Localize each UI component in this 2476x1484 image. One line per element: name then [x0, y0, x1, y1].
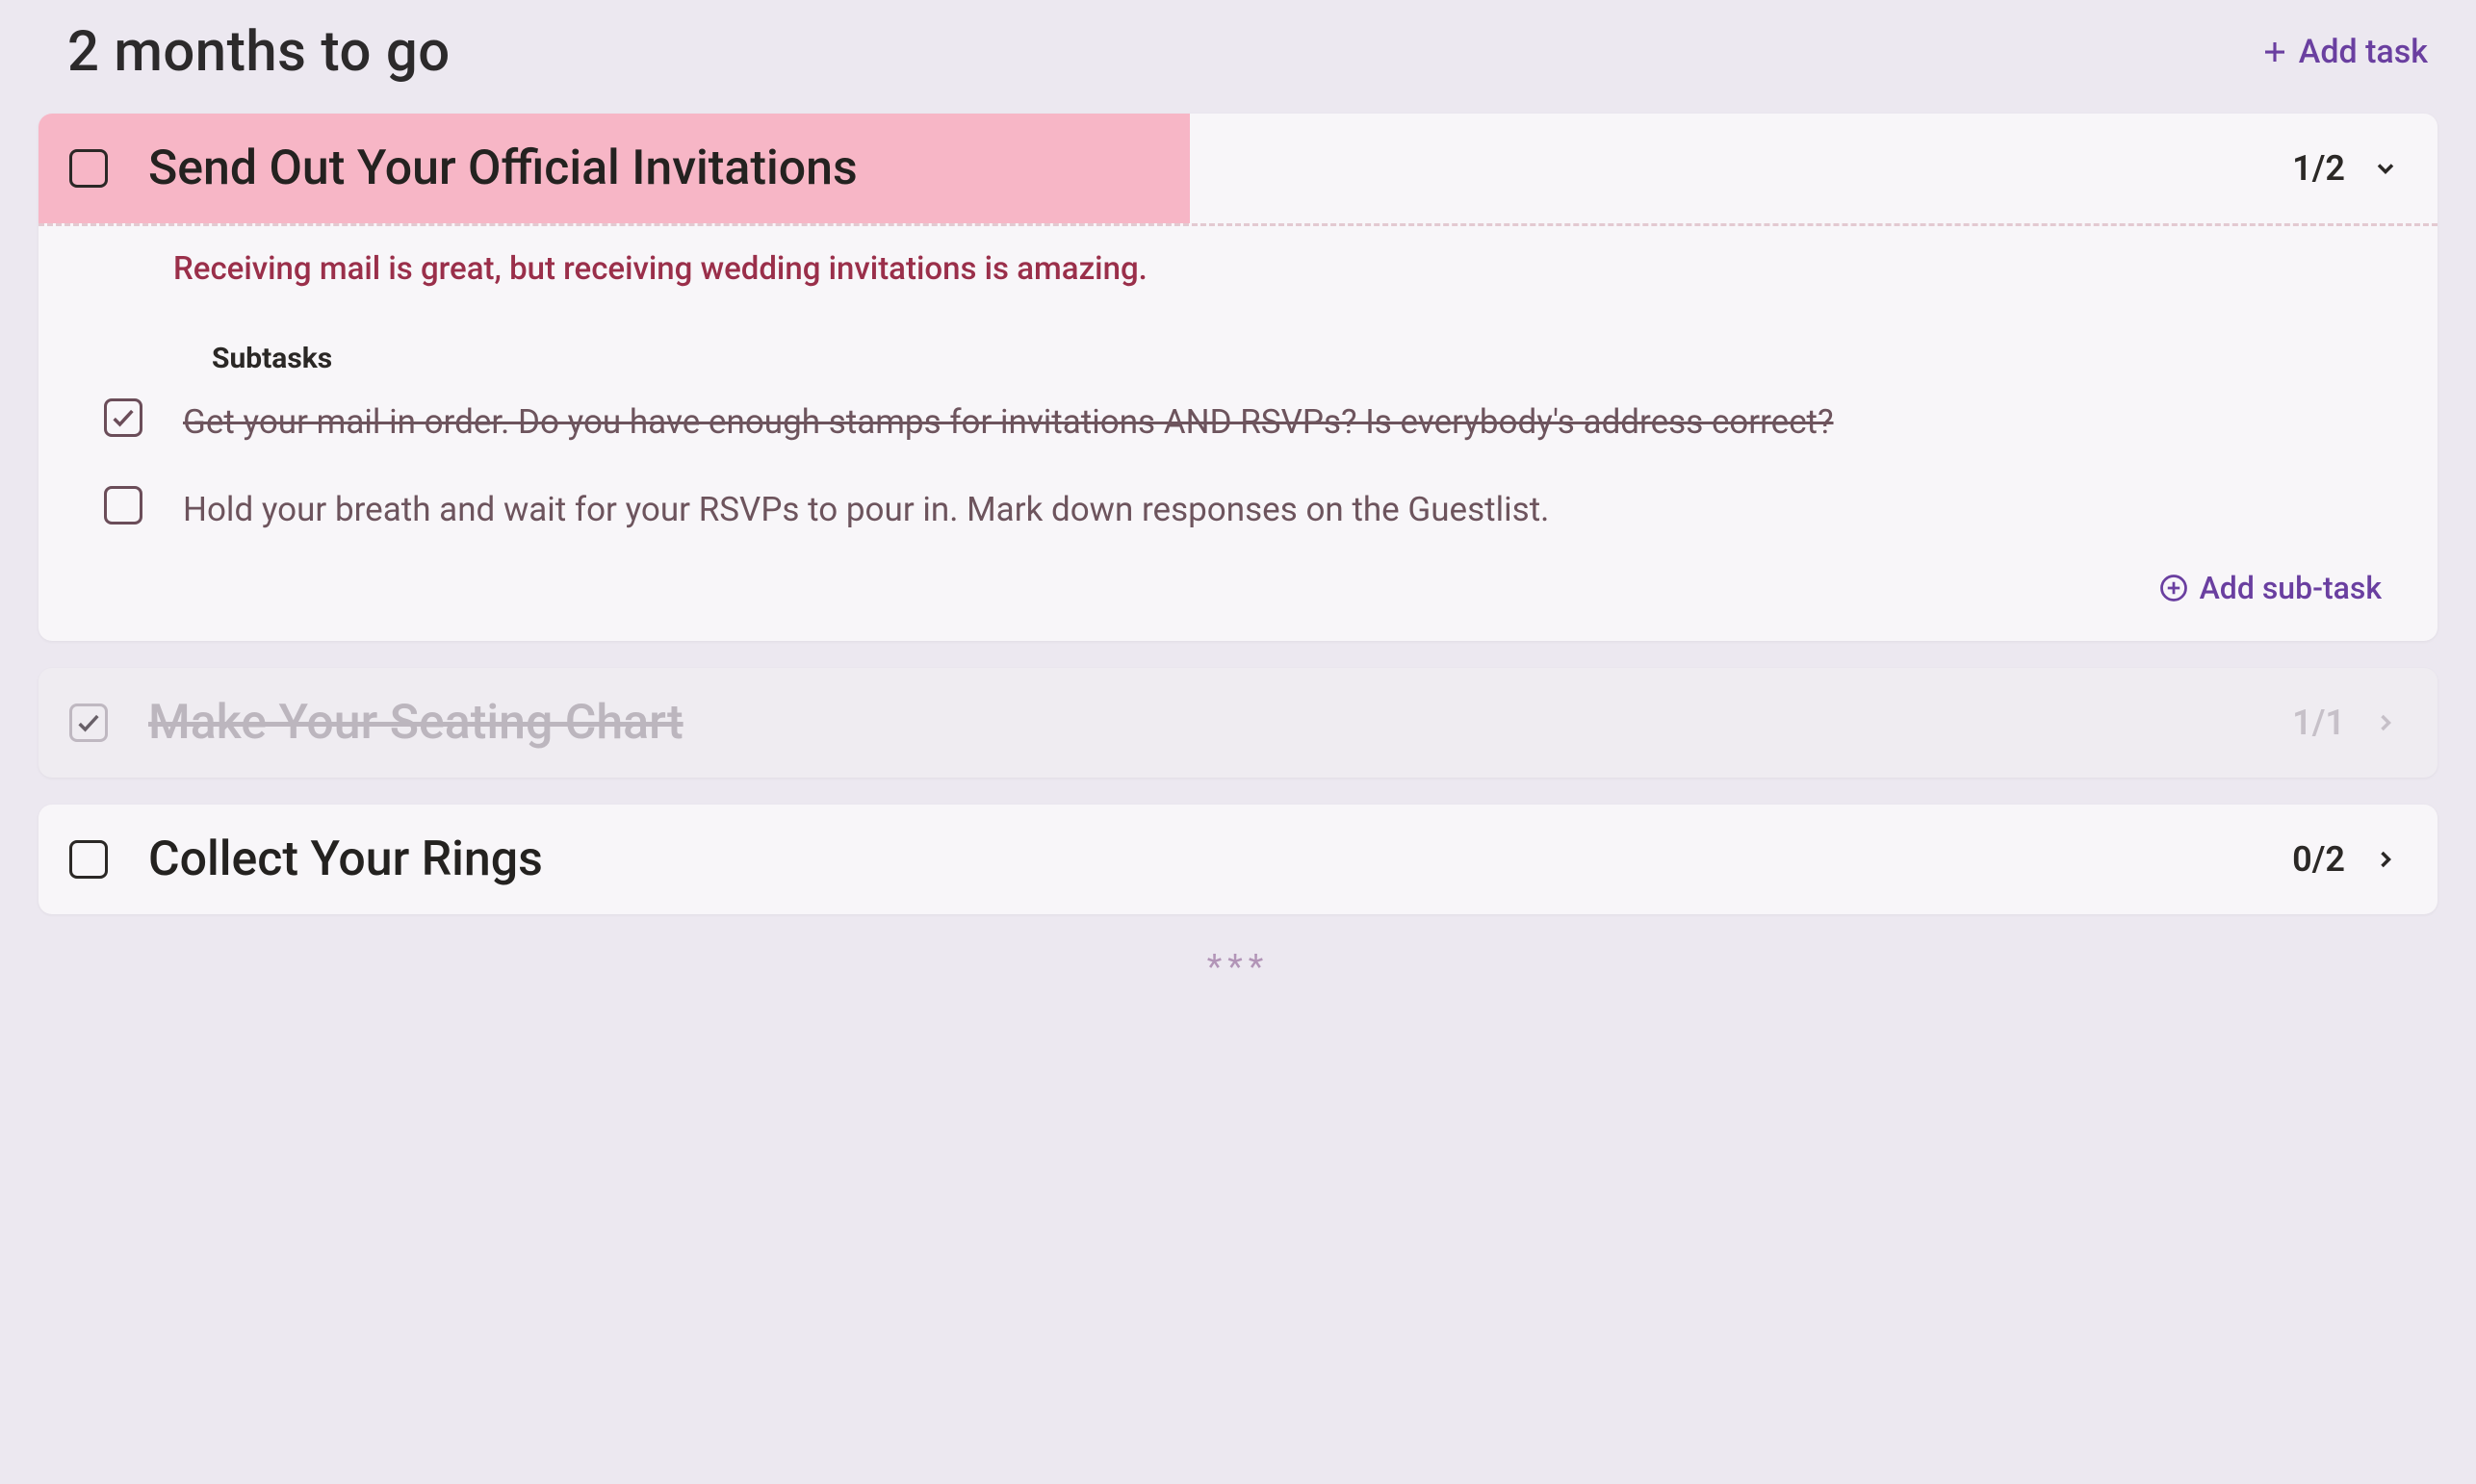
- add-subtask-label: Add sub-task: [2200, 570, 2382, 606]
- task-title: Make Your Seating Chart: [148, 695, 2292, 751]
- chevron-down-icon[interactable]: [2372, 155, 2399, 182]
- section-divider-decor: ***: [39, 941, 2437, 987]
- task-progress: 0/2: [2292, 839, 2345, 880]
- task-header[interactable]: Send Out Your Official Invitations 1/2: [39, 114, 2437, 223]
- task-title: Collect Your Rings: [148, 832, 2292, 887]
- task-title: Send Out Your Official Invitations: [148, 141, 2292, 196]
- subtask-row: Hold your breath and wait for your RSVPs…: [104, 486, 2391, 535]
- task-description: Receiving mail is great, but receiving w…: [173, 247, 2391, 292]
- add-task-label: Add task: [2299, 33, 2428, 71]
- chevron-right-icon[interactable]: [2372, 709, 2399, 736]
- subtask-text: Hold your breath and wait for your RSVPs…: [183, 486, 2391, 535]
- task-checkbox[interactable]: [69, 704, 108, 742]
- subtask-checkbox[interactable]: [104, 398, 142, 437]
- task-card: Make Your Seating Chart 1/1: [39, 668, 2437, 778]
- task-checkbox[interactable]: [69, 840, 108, 879]
- section-header: 2 months to go Add task: [39, 19, 2437, 114]
- subtask-text: Get your mail in order. Do you have enou…: [183, 398, 2391, 448]
- plus-circle-icon: [2159, 574, 2188, 602]
- subtasks-heading: Subtasks: [212, 342, 2391, 375]
- task-header[interactable]: Make Your Seating Chart 1/1: [39, 668, 2437, 778]
- add-task-button[interactable]: Add task: [2260, 33, 2428, 71]
- subtask-checkbox[interactable]: [104, 486, 142, 525]
- task-body: Receiving mail is great, but receiving w…: [39, 226, 2437, 641]
- subtask-row: Get your mail in order. Do you have enou…: [104, 398, 2391, 448]
- task-header[interactable]: Collect Your Rings 0/2: [39, 805, 2437, 914]
- task-card: Send Out Your Official Invitations 1/2 R…: [39, 114, 2437, 641]
- task-checkbox[interactable]: [69, 149, 108, 188]
- section-title: 2 months to go: [67, 19, 451, 85]
- chevron-right-icon[interactable]: [2372, 846, 2399, 873]
- add-subtask-button[interactable]: Add sub-task: [173, 570, 2391, 606]
- plus-icon: [2260, 38, 2289, 66]
- task-card: Collect Your Rings 0/2: [39, 805, 2437, 914]
- task-progress: 1/1: [2292, 703, 2345, 743]
- task-progress: 1/2: [2292, 148, 2345, 189]
